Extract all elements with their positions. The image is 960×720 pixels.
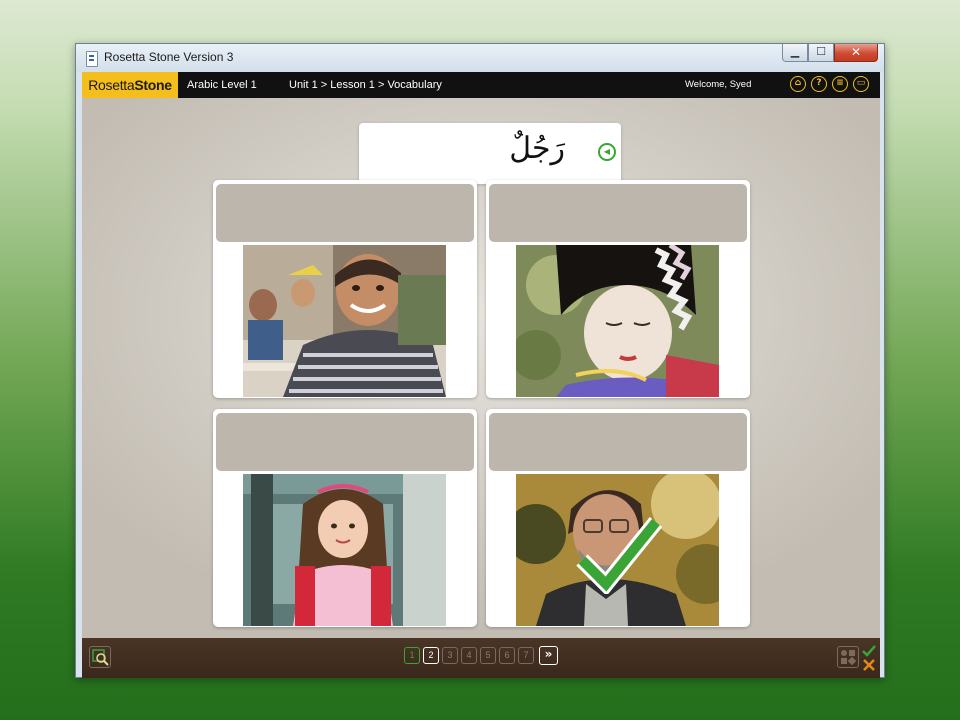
shape-icon [849,650,855,656]
close-button[interactable]: ✕ [834,44,878,62]
pagination: 1 2 3 4 5 6 7 » [404,646,558,665]
card-label [489,184,747,242]
speaker-icon[interactable]: ◀ [598,143,616,161]
title-bar: Rosetta Stone Version 3 ▁ ☐ ✕ [76,44,884,72]
card-label [216,413,474,471]
answer-card-boy[interactable] [213,180,477,398]
course-title: Arabic Level 1 [187,79,257,91]
next-page-button[interactable]: » [539,646,558,665]
shape-icon [841,650,847,656]
magnifier-icon [92,649,109,666]
header-icon-group: ⌂ ? ≡ ▭ [790,76,869,92]
welcome-text: Welcome, Syed [685,79,752,90]
incorrect-x-icon [863,659,875,671]
page-4-button[interactable]: 4 [461,647,477,664]
answer-card-woman[interactable] [486,180,750,398]
photo-boy-classroom [243,245,446,397]
app-icon [86,51,98,67]
home-icon[interactable]: ⌂ [790,76,806,92]
maximize-button[interactable]: ☐ [808,44,834,62]
card-label [489,413,747,471]
correct-checkmark-icon [576,516,662,594]
photo-girl-backpack [243,474,446,626]
close-icon: ✕ [850,45,862,59]
answer-card-man[interactable] [486,409,750,627]
page-5-button[interactable]: 5 [480,647,496,664]
breadcrumb: Unit 1 > Lesson 1 > Vocabulary [289,79,442,91]
window-controls: ▁ ☐ ✕ [782,44,878,64]
prompt-card: رَجُلٌ ◀ [359,123,621,184]
page-7-button[interactable]: 7 [518,647,534,664]
photo-woman-kimono [516,245,719,397]
minimize-button[interactable]: ▁ [782,44,808,62]
correct-check-icon [862,645,876,657]
app-header: RosettaStone Arabic Level 1 Unit 1 > Les… [82,72,880,98]
page-3-button[interactable]: 3 [442,647,458,664]
app-window: Rosetta Stone Version 3 ▁ ☐ ✕ RosettaSto… [75,43,885,678]
minimize-icon: ▁ [790,45,800,58]
answer-card-girl[interactable] [213,409,477,627]
page-1-button[interactable]: 1 [404,647,420,664]
maximize-icon: ☐ [816,45,826,58]
photo-man-glasses [516,474,719,626]
settings-icon[interactable]: ▭ [853,76,869,92]
prompt-word: رَجُلٌ [509,131,565,166]
mode-toggle-button[interactable] [837,646,859,668]
lesson-stage: رَجُلٌ ◀ [82,98,880,638]
score-indicator [862,645,876,671]
menu-icon[interactable]: ≡ [832,76,848,92]
shape-icon [847,656,857,666]
page-6-button[interactable]: 6 [499,647,515,664]
bottom-toolbar: 1 2 3 4 5 6 7 » [82,638,880,678]
shape-icon [841,658,847,664]
zoom-button[interactable] [89,646,111,668]
card-label [216,184,474,242]
window-title: Rosetta Stone Version 3 [104,50,234,64]
rosetta-stone-logo: RosettaStone [82,72,178,98]
page-2-button[interactable]: 2 [423,647,439,664]
help-icon[interactable]: ? [811,76,827,92]
